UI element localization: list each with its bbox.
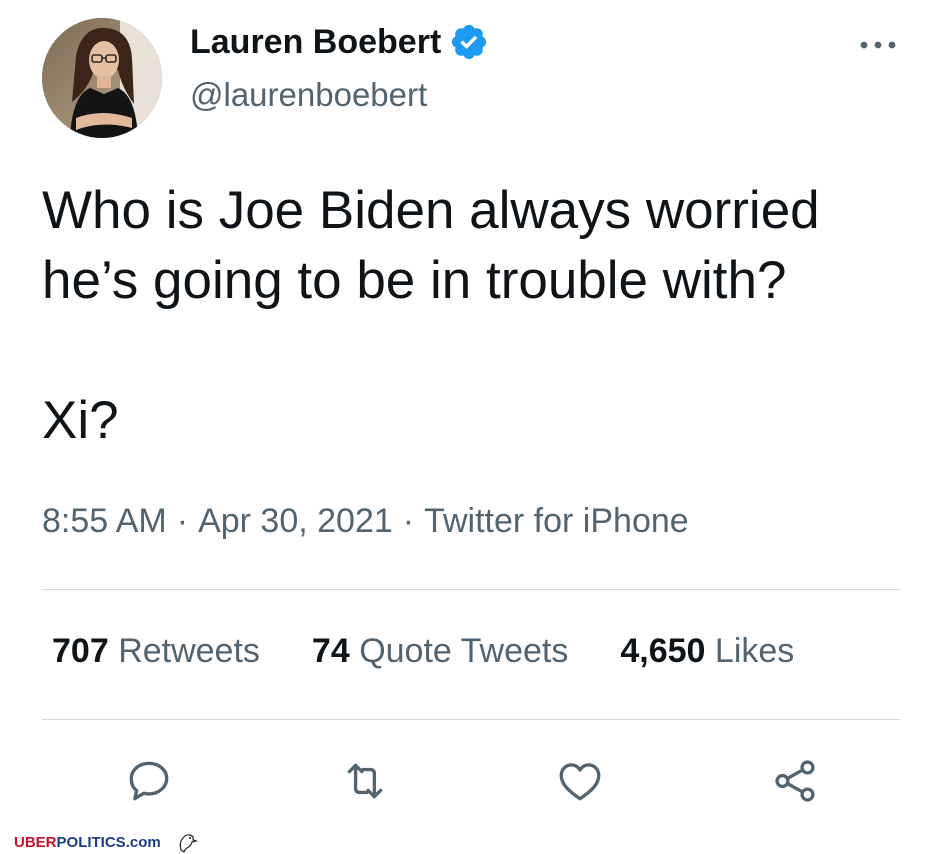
share-icon: [775, 760, 815, 802]
meta-separator: ·: [402, 502, 415, 540]
likes-stat[interactable]: 4,650 Likes: [620, 632, 794, 671]
tweet-date[interactable]: Apr 30, 2021: [198, 502, 393, 540]
reply-button[interactable]: [124, 756, 174, 806]
likes-count: 4,650: [620, 632, 706, 670]
quote-tweets-label: Quote Tweets: [359, 632, 569, 670]
tweet-time[interactable]: 8:55 AM: [42, 502, 167, 540]
avatar-image: [42, 18, 162, 138]
meta-separator: ·: [176, 502, 189, 540]
quote-tweets-count: 74: [311, 632, 350, 670]
avatar[interactable]: [42, 18, 162, 138]
divider: [42, 719, 900, 720]
author-display-name[interactable]: Lauren Boebert: [190, 23, 441, 62]
retweet-icon: [347, 763, 383, 799]
author-handle[interactable]: @laurenboebert: [190, 76, 427, 114]
eagle-icon: [179, 834, 198, 853]
divider: [42, 589, 900, 590]
tweet-meta: 8:55 AM · Apr 30, 2021 · Twitter for iPhone: [42, 502, 689, 541]
more-icon[interactable]: [856, 30, 900, 60]
watermark-uber: UBER: [14, 833, 57, 851]
engagement-stats: 707 Retweets 74 Quote Tweets 4,650 Likes: [52, 632, 846, 671]
heart-icon: [559, 763, 601, 801]
retweets-stat[interactable]: 707 Retweets: [52, 632, 260, 671]
watermark-domain: .com: [125, 833, 161, 851]
watermark: UBER POLITICS .com: [14, 830, 199, 854]
like-button[interactable]: [555, 756, 605, 806]
watermark-politics: POLITICS: [56, 833, 126, 851]
reply-icon: [129, 761, 169, 801]
retweets-count: 707: [52, 632, 109, 670]
quote-tweets-stat[interactable]: 74 Quote Tweets: [312, 632, 568, 671]
likes-label: Likes: [714, 632, 795, 670]
retweets-label: Retweets: [118, 632, 260, 670]
tweet-text: Who is Joe Biden always worried he’s goi…: [42, 181, 820, 450]
author-name-row[interactable]: Lauren Boebert: [190, 22, 489, 62]
verified-badge-icon: [449, 22, 489, 62]
tweet-source[interactable]: Twitter for iPhone: [424, 502, 689, 540]
share-button[interactable]: [770, 756, 820, 806]
retweet-button[interactable]: [340, 756, 390, 806]
